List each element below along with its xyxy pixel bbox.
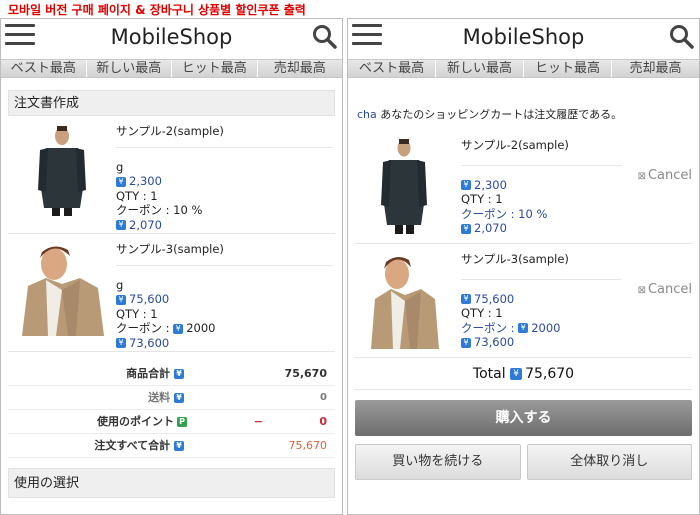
cart-item: サンプル-3(sample) ¥75,600 QTY : 1 クーポン : ¥2… [355,244,692,358]
points-minus: − [253,415,263,428]
item-price: ¥75,600 [116,292,333,307]
yen-icon: ¥ [173,323,184,334]
subtotal-row: 商品合計 ¥ 75,670 [8,362,335,386]
tab-new[interactable]: 新しい最高 [86,60,172,77]
tab-best[interactable]: ベスト最高 [1,60,87,77]
yen-icon: ¥ [174,441,184,451]
item-coupon: クーポン : ¥2000 [116,321,216,335]
item-info: サンプル-2(sample) g ¥2,300 QTY : 1 クーポン : 1… [116,124,333,232]
item-qty: QTY : 1 [461,192,503,206]
product-image-dark-coat[interactable] [369,135,439,235]
yen-icon: ¥ [116,220,126,230]
item-info: サンプル-3(sample) g ¥75,600 QTY : 1 クーポン : … [116,242,333,350]
continue-shopping-button[interactable]: 買い物を続ける [355,444,521,480]
korean-caption: 모바일 버전 구매 페이지 & 장바구니 상품별 할인쿠폰 출력 [8,3,306,17]
tab-hit[interactable]: ヒット最高 [172,60,258,77]
close-icon: ⊠ [637,171,646,182]
item-final-price: ¥2,070 [116,218,333,233]
yen-icon: ¥ [461,337,471,348]
item-coupon: クーポン : ¥2000 [461,320,561,335]
cart-actions: 買い物を続ける 全体取り消し [355,444,692,480]
yen-icon: ¥ [116,294,126,305]
product-image-dark-coat[interactable] [20,122,104,218]
item-name[interactable]: サンプル-3(sample) [461,252,621,280]
tab-new[interactable]: 新しい最高 [436,60,524,77]
order-item: サンプル-3(sample) g ¥75,600 QTY : 1 クーポン : … [8,234,335,352]
grand-total-row: 注文すべて合計 ¥ 75,670 [8,434,335,458]
yen-icon: ¥ [116,338,126,348]
item-price: ¥2,300 [116,174,333,189]
usage-selection-title[interactable]: 使用の選択 [8,468,335,498]
header: MobileShop [348,19,699,59]
yen-icon: ¥ [174,393,184,403]
item-price: ¥75,600 [461,292,621,307]
user-name: cha [357,108,377,121]
item-name[interactable]: サンプル-2(sample) [116,124,333,148]
item-final-price: ¥2,070 [461,221,621,236]
item-price: ¥2,300 [461,178,621,193]
item-info: サンプル-2(sample) ¥2,300 QTY : 1 クーポン : 10 … [461,138,621,236]
cart-total: Total ¥75,670 [355,358,692,390]
item-final-price: ¥73,600 [461,335,621,350]
buy-button[interactable]: 購入する [355,400,692,436]
product-image-beige-coat[interactable] [369,249,439,349]
order-totals: 商品合計 ¥ 75,670 送料 ¥ 0 使用のポイント P − 0 注文すべて合… [8,362,335,458]
cancel-item-button[interactable]: ⊠ Cancel [638,282,692,297]
item-coupon: クーポン : 10 % [461,206,548,221]
yen-icon: ¥ [174,369,184,379]
cancel-all-button[interactable]: 全体取り消し [526,444,692,480]
yen-icon: ¥ [116,176,126,187]
order-section-title: 注文書作成 [8,90,335,116]
point-icon: P [177,417,187,427]
yen-icon: ¥ [461,294,471,304]
item-unit: g [116,159,124,174]
search-icon[interactable] [312,24,338,50]
item-qty: QTY : 1 [116,306,158,321]
yen-icon: ¥ [461,180,471,190]
subtotal-value: 75,670 [284,367,327,380]
item-qty: QTY : 1 [461,306,503,320]
yen-icon: ¥ [510,368,523,380]
category-tabs: ベスト最高 新しい最高 ヒット最高 売却最高 [1,59,342,78]
item-qty: QTY : 1 [116,188,158,203]
item-final-price: ¥73,600 [116,336,333,351]
cart-item: サンプル-2(sample) ¥2,300 QTY : 1 クーポン : 10 … [355,130,692,244]
product-image-beige-coat[interactable] [20,240,104,336]
yen-icon: ¥ [518,323,529,333]
order-form-screen: MobileShop ベスト最高 新しい最高 ヒット最高 売却最高 注文書作成 … [0,18,343,515]
shipping-value: 0 [320,392,327,403]
points-row: 使用のポイント P − 0 [8,410,335,434]
cancel-item-button[interactable]: ⊠ Cancel [638,168,692,183]
order-item: サンプル-2(sample) g ¥2,300 QTY : 1 クーポン : 1… [8,116,335,234]
item-name[interactable]: サンプル-3(sample) [116,242,333,266]
tab-best[interactable]: ベスト最高 [348,60,436,77]
points-value: 0 [319,415,327,428]
tab-sale[interactable]: 売却最高 [257,60,342,77]
app-logo[interactable]: MobileShop [1,25,342,49]
tab-hit[interactable]: ヒット最高 [524,60,612,77]
header: MobileShop [1,19,342,59]
close-icon: ⊠ [637,285,646,296]
search-icon[interactable] [669,24,695,50]
item-coupon: クーポン : 10 % [116,203,203,217]
yen-icon: ¥ [461,223,471,234]
grand-total-value: 75,670 [288,439,328,452]
item-name[interactable]: サンプル-2(sample) [461,138,621,166]
item-info: サンプル-3(sample) ¥75,600 QTY : 1 クーポン : ¥2… [461,252,621,350]
tab-sale[interactable]: 売却最高 [612,60,699,77]
item-unit: g [116,277,124,292]
app-logo[interactable]: MobileShop [348,25,699,49]
cart-message: cha あなたのショッピングカートは注文履歴である。 [357,108,623,121]
shipping-row: 送料 ¥ 0 [8,386,335,410]
cart-screen: MobileShop ベスト最高 新しい最高 ヒット最高 売却最高 cha あな… [347,18,700,515]
category-tabs: ベスト最高 新しい最高 ヒット最高 売却最高 [348,59,699,78]
